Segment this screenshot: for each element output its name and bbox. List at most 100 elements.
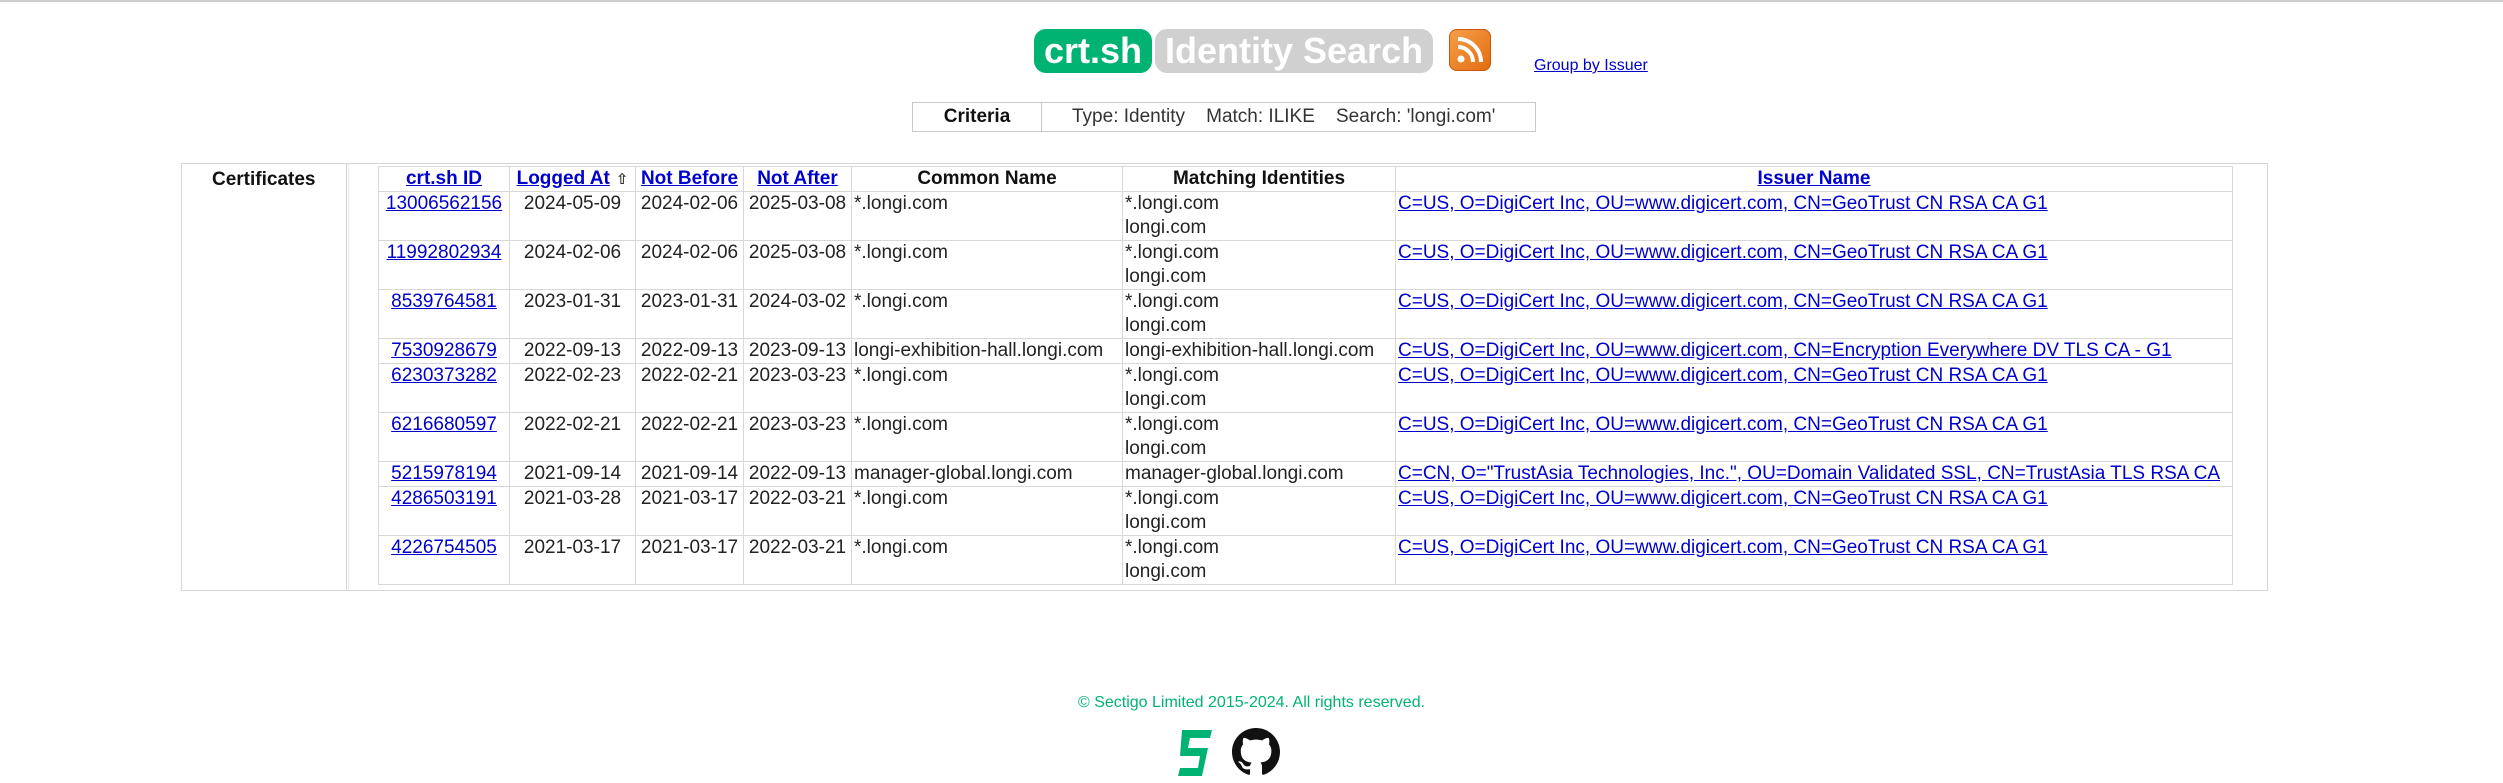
matching-identities-cell: manager-global.longi.com	[1122, 461, 1396, 487]
common-name-cell: manager-global.longi.com	[851, 461, 1123, 487]
cert-id-cell: 8539764581	[378, 289, 510, 339]
cert-id-link[interactable]: 11992802934	[387, 242, 502, 263]
cert-id-link[interactable]: 4226754505	[391, 537, 497, 558]
column-header-id[interactable]: crt.sh ID	[378, 166, 510, 192]
sort-by-not-after-link[interactable]: Not After	[757, 168, 838, 189]
table-header-row: crt.sh ID Logged At ⇧ Not Before Not Afte…	[378, 166, 2233, 192]
table-row: 4226754505 2021-03-17 2021-03-17 2022-03…	[378, 535, 2233, 585]
not-after-cell: 2022-03-21	[743, 486, 852, 536]
issuer-link[interactable]: C=US, O=DigiCert Inc, OU=www.digicert.co…	[1398, 365, 2048, 386]
cert-id-cell: 13006562156	[378, 191, 510, 241]
column-header-not-before[interactable]: Not Before	[635, 166, 744, 192]
identity-line: *.longi.com	[1125, 537, 1219, 558]
issuer-link[interactable]: C=US, O=DigiCert Inc, OU=www.digicert.co…	[1398, 242, 2048, 263]
identity-line: longi.com	[1125, 389, 1207, 410]
identity-line: longi.com	[1125, 315, 1207, 336]
sort-by-id-link[interactable]: crt.sh ID	[406, 168, 482, 189]
rss-feed-icon[interactable]	[1449, 29, 1491, 71]
issuer-link[interactable]: C=CN, O="TrustAsia Technologies, Inc.", …	[1398, 463, 2220, 484]
column-header-not-after[interactable]: Not After	[743, 166, 852, 192]
group-by-issuer-link[interactable]: Group by Issuer	[1534, 57, 1648, 75]
table-row: 8539764581 2023-01-31 2023-01-31 2024-03…	[378, 289, 2233, 339]
common-name-cell: *.longi.com	[851, 486, 1123, 536]
cert-id-link[interactable]: 5215978194	[391, 463, 497, 484]
identity-line: *.longi.com	[1125, 365, 1219, 386]
matching-identities-cell: *.longi.com longi.com	[1122, 486, 1396, 536]
not-after-cell: 2023-03-23	[743, 412, 852, 462]
issuer-link[interactable]: C=US, O=DigiCert Inc, OU=www.digicert.co…	[1398, 537, 2048, 558]
not-before-cell: 2021-03-17	[635, 535, 744, 585]
issuer-cell: C=US, O=DigiCert Inc, OU=www.digicert.co…	[1395, 240, 2233, 290]
not-after-cell: 2025-03-08	[743, 191, 852, 241]
criteria-value: Type: Identity Match: ILIKE Search: 'lon…	[1072, 106, 1496, 127]
identity-line: manager-global.longi.com	[1125, 463, 1344, 484]
identity-line: *.longi.com	[1125, 414, 1219, 435]
not-before-cell: 2024-02-06	[635, 191, 744, 241]
footer-copyright: © Sectigo Limited 2015-2024. All rights …	[1077, 694, 1426, 711]
criteria-box: Criteria Type: Identity Match: ILIKE Sea…	[912, 102, 1536, 132]
cert-id-link[interactable]: 8539764581	[391, 291, 497, 312]
not-after-cell: 2023-09-13	[743, 338, 852, 364]
cert-id-link[interactable]: 13006562156	[386, 193, 502, 214]
column-header-matching-identities: Matching Identities	[1122, 166, 1396, 192]
cert-id-link[interactable]: 6230373282	[391, 365, 497, 386]
logged-at-cell: 2024-05-09	[509, 191, 636, 241]
github-icon[interactable]	[1232, 728, 1280, 781]
issuer-link[interactable]: C=US, O=DigiCert Inc, OU=www.digicert.co…	[1398, 488, 2048, 509]
matching-identities-cell: *.longi.com longi.com	[1122, 535, 1396, 585]
sort-by-logged-link[interactable]: Logged At	[517, 168, 610, 189]
logged-at-cell: 2023-01-31	[509, 289, 636, 339]
identity-line: *.longi.com	[1125, 291, 1219, 312]
issuer-cell: C=US, O=DigiCert Inc, OU=www.digicert.co…	[1395, 289, 2233, 339]
matching-identities-cell: *.longi.com longi.com	[1122, 240, 1396, 290]
sectigo-logo-icon[interactable]	[1176, 728, 1216, 783]
cert-id-link[interactable]: 7530928679	[391, 340, 497, 361]
common-name-cell: *.longi.com	[851, 240, 1123, 290]
not-after-cell: 2023-03-23	[743, 363, 852, 413]
not-before-cell: 2022-02-21	[635, 412, 744, 462]
cert-id-link[interactable]: 6216680597	[391, 414, 497, 435]
issuer-link[interactable]: C=US, O=DigiCert Inc, OU=www.digicert.co…	[1398, 340, 2172, 361]
identity-line: longi.com	[1125, 512, 1207, 533]
not-before-cell: 2024-02-06	[635, 240, 744, 290]
identity-line: *.longi.com	[1125, 193, 1219, 214]
sort-ascending-icon: ⇧	[615, 171, 629, 188]
issuer-cell: C=US, O=DigiCert Inc, OU=www.digicert.co…	[1395, 191, 2233, 241]
identity-line: longi.com	[1125, 438, 1207, 459]
issuer-link[interactable]: C=US, O=DigiCert Inc, OU=www.digicert.co…	[1398, 193, 2048, 214]
issuer-link[interactable]: C=US, O=DigiCert Inc, OU=www.digicert.co…	[1398, 414, 2048, 435]
issuer-cell: C=US, O=DigiCert Inc, OU=www.digicert.co…	[1395, 338, 2233, 364]
table-row: 4286503191 2021-03-28 2021-03-17 2022-03…	[378, 486, 2233, 536]
issuer-cell: C=US, O=DigiCert Inc, OU=www.digicert.co…	[1395, 535, 2233, 585]
common-name-cell: longi-exhibition-hall.longi.com	[851, 338, 1123, 364]
sort-by-not-before-link[interactable]: Not Before	[641, 168, 738, 189]
certificates-label: Certificates	[212, 169, 316, 190]
not-after-cell: 2024-03-02	[743, 289, 852, 339]
matching-identities-cell: *.longi.com longi.com	[1122, 289, 1396, 339]
not-before-cell: 2021-09-14	[635, 461, 744, 487]
section-divider-inner	[348, 164, 349, 590]
not-after-cell: 2022-03-21	[743, 535, 852, 585]
identity-line: *.longi.com	[1125, 488, 1219, 509]
matching-identities-cell: *.longi.com longi.com	[1122, 412, 1396, 462]
certificates-table: crt.sh ID Logged At ⇧ Not Before Not Afte…	[378, 166, 2233, 585]
identity-line: longi.com	[1125, 561, 1207, 582]
crtsh-logo-link[interactable]: crt.sh	[1034, 29, 1153, 73]
identity-line: longi-exhibition-hall.longi.com	[1125, 340, 1375, 361]
issuer-cell: C=US, O=DigiCert Inc, OU=www.digicert.co…	[1395, 363, 2233, 413]
cert-id-cell: 6230373282	[378, 363, 510, 413]
cert-id-link[interactable]: 4286503191	[391, 488, 497, 509]
cert-id-cell: 5215978194	[378, 461, 510, 487]
footer-icons	[1176, 728, 1282, 778]
column-header-issuer[interactable]: Issuer Name	[1395, 166, 2233, 192]
cert-id-cell: 6216680597	[378, 412, 510, 462]
table-row: 7530928679 2022-09-13 2022-09-13 2023-09…	[378, 338, 2233, 364]
column-header-common-name: Common Name	[851, 166, 1123, 192]
column-header-logged[interactable]: Logged At ⇧	[509, 166, 636, 192]
issuer-link[interactable]: C=US, O=DigiCert Inc, OU=www.digicert.co…	[1398, 291, 2048, 312]
logged-at-cell: 2022-02-21	[509, 412, 636, 462]
issuer-cell: C=US, O=DigiCert Inc, OU=www.digicert.co…	[1395, 412, 2233, 462]
not-before-cell: 2022-09-13	[635, 338, 744, 364]
sort-by-issuer-link[interactable]: Issuer Name	[1757, 168, 1870, 189]
table-row: 5215978194 2021-09-14 2021-09-14 2022-09…	[378, 461, 2233, 487]
